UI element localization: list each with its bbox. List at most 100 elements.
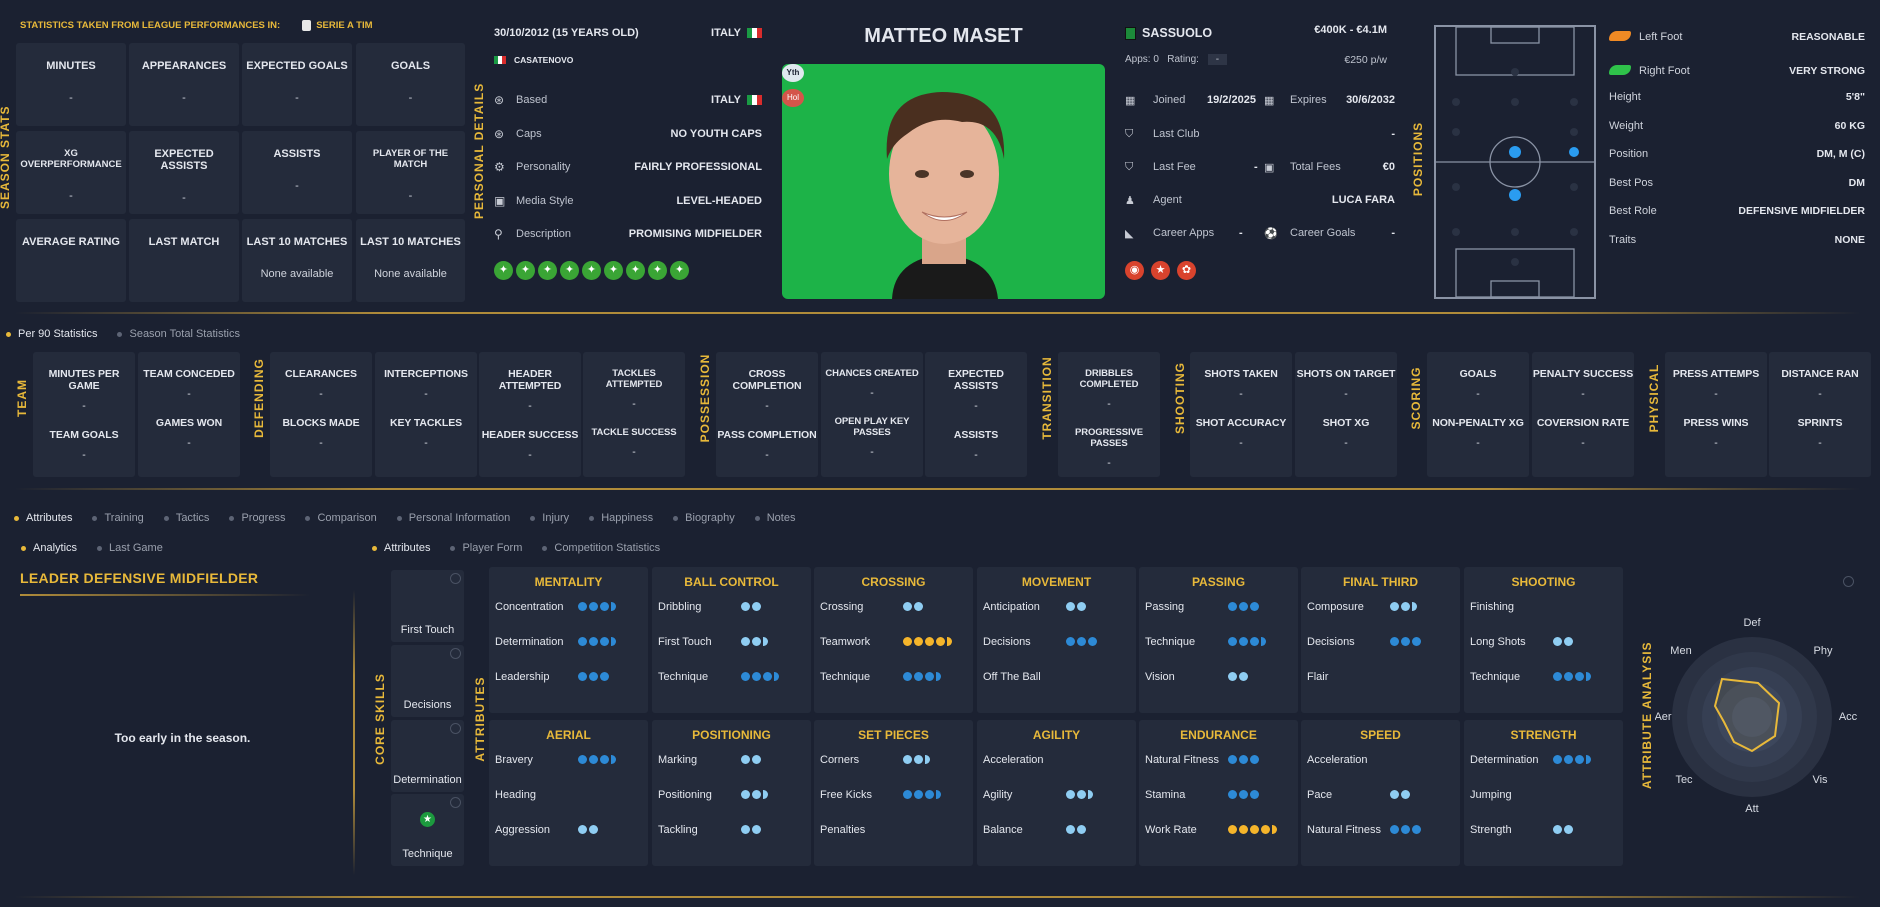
per90-card[interactable]: DRIBBLES COMPLETED - PROGRESSIVE PASSES - — [1058, 352, 1160, 477]
per90-card[interactable]: EXPECTED ASSISTS - ASSISTS - — [925, 352, 1027, 477]
youth-badge[interactable]: Yth — [782, 64, 804, 82]
season-stat-card[interactable]: EXPECTED GOALS - — [242, 43, 352, 126]
attribute-row[interactable]: Heading — [489, 777, 648, 812]
per90-card[interactable]: MINUTES PER GAME - TEAM GOALS - — [33, 352, 135, 477]
people-icon[interactable]: ✿ — [1177, 261, 1196, 280]
per90-card[interactable]: GOALS - NON-PENALTY XG - — [1427, 352, 1529, 477]
season-stat-card[interactable]: AVERAGE RATING — [16, 219, 126, 302]
flask-icon[interactable]: ✦ — [560, 261, 579, 280]
club[interactable]: SASSUOLO — [1125, 26, 1212, 40]
attribute-row[interactable]: Tackling — [652, 812, 811, 847]
hands-icon[interactable]: ✦ — [494, 261, 513, 280]
attribute-row[interactable]: Flair — [1301, 659, 1460, 694]
season-stat-card[interactable]: APPEARANCES - — [129, 43, 239, 126]
core-skill-toggle-icon[interactable] — [450, 797, 461, 808]
attribute-row[interactable]: Anticipation — [977, 589, 1136, 624]
per90-card[interactable]: INTERCEPTIONS - KEY TACKLES - — [375, 352, 477, 477]
attribute-row[interactable]: Technique — [1464, 659, 1623, 694]
per90-card[interactable]: SHOTS TAKEN - SHOT ACCURACY - — [1190, 352, 1292, 477]
tab-progress[interactable]: Progress — [229, 512, 285, 524]
attribute-row[interactable]: Technique — [652, 659, 811, 694]
season-stat-card[interactable]: ASSISTS - — [242, 131, 352, 214]
season-stat-card[interactable]: MINUTES - — [16, 43, 126, 126]
season-stat-card[interactable]: GOALS - — [356, 43, 465, 126]
tab-injury[interactable]: Injury — [530, 512, 569, 524]
sprout-icon[interactable]: ✦ — [670, 261, 689, 280]
core-skill-toggle-icon[interactable] — [450, 723, 461, 734]
attribute-row[interactable]: Determination — [489, 624, 648, 659]
tab-attributes[interactable]: Attributes — [14, 512, 72, 524]
tab-last-game[interactable]: Last Game — [97, 542, 163, 554]
tab-player-form[interactable]: Player Form — [450, 542, 522, 554]
attribute-row[interactable]: Agility — [977, 777, 1136, 812]
per90-card[interactable]: SHOTS ON TARGET - SHOT XG - — [1295, 352, 1397, 477]
league-name[interactable]: SERIE A TIM — [316, 20, 372, 31]
core-skill-technique[interactable]: ★ Technique — [391, 794, 464, 866]
attribute-row[interactable]: Decisions — [977, 624, 1136, 659]
leaf-pair-icon[interactable]: ✦ — [626, 261, 645, 280]
hand-icon[interactable]: ✦ — [604, 261, 623, 280]
attribute-row[interactable]: Bravery — [489, 742, 648, 777]
attribute-row[interactable]: Stamina — [1139, 777, 1298, 812]
attribute-row[interactable]: Dribbling — [652, 589, 811, 624]
attribute-row[interactable]: Crossing — [814, 589, 973, 624]
attribute-row[interactable]: Positioning — [652, 777, 811, 812]
per90-card[interactable]: TEAM CONCEDED - GAMES WON - — [138, 352, 240, 477]
radar-settings-icon[interactable] — [1843, 576, 1854, 587]
tab-per-90-statistics[interactable]: Per 90 Statistics — [6, 328, 97, 340]
attribute-row[interactable]: Acceleration — [977, 742, 1136, 777]
attribute-row[interactable]: Concentration — [489, 589, 648, 624]
leaf-icon[interactable]: ✦ — [538, 261, 557, 280]
core-skill-determination[interactable]: Determination — [391, 720, 464, 792]
attribute-row[interactable]: First Touch — [652, 624, 811, 659]
per90-card[interactable]: PENALTY SUCCESS - COVERSION RATE - — [1532, 352, 1634, 477]
chart-up-icon[interactable]: ✦ — [582, 261, 601, 280]
attribute-row[interactable]: Technique — [1139, 624, 1298, 659]
per90-card[interactable]: DISTANCE RAN - SPRINTS - — [1769, 352, 1871, 477]
tab-analytics[interactable]: Analytics — [21, 542, 77, 554]
attribute-row[interactable]: Technique — [814, 659, 973, 694]
season-stat-card[interactable]: XG OVERPERFORMANCE - — [16, 131, 126, 214]
attribute-row[interactable]: Determination — [1464, 742, 1623, 777]
tab-biography[interactable]: Biography — [673, 512, 735, 524]
attribute-row[interactable]: Decisions — [1301, 624, 1460, 659]
per90-card[interactable]: CHANCES CREATED - OPEN PLAY KEY PASSES - — [821, 352, 923, 477]
attribute-row[interactable]: Corners — [814, 742, 973, 777]
season-stat-card[interactable]: LAST MATCH — [129, 219, 239, 302]
attribute-row[interactable]: Passing — [1139, 589, 1298, 624]
attribute-row[interactable]: Marking — [652, 742, 811, 777]
tab-notes[interactable]: Notes — [755, 512, 796, 524]
nationality[interactable]: ITALY — [711, 27, 762, 39]
attribute-row[interactable]: Jumping — [1464, 777, 1623, 812]
attribute-row[interactable]: Aggression — [489, 812, 648, 847]
gloves-icon[interactable]: ◉ — [1125, 261, 1144, 280]
tab-training[interactable]: Training — [92, 512, 143, 524]
per90-card[interactable]: CLEARANCES - BLOCKS MADE - — [270, 352, 372, 477]
attribute-row[interactable]: Teamwork — [814, 624, 973, 659]
core-skill-first-touch[interactable]: First Touch — [391, 570, 464, 642]
agent-value[interactable]: LUCA FARA — [1332, 194, 1395, 206]
tab-competition-statistics[interactable]: Competition Statistics — [542, 542, 660, 554]
tab-comparison[interactable]: Comparison — [305, 512, 376, 524]
attribute-row[interactable]: Strength — [1464, 812, 1623, 847]
tab-season-total-statistics[interactable]: Season Total Statistics — [117, 328, 239, 340]
attribute-row[interactable]: Leadership — [489, 659, 648, 694]
attribute-row[interactable]: Finishing — [1464, 589, 1623, 624]
attribute-row[interactable]: Off The Ball — [977, 659, 1136, 694]
season-stat-card[interactable]: PLAYER OF THE MATCH - — [356, 131, 465, 214]
season-stat-card[interactable]: EXPECTED ASSISTS - — [129, 131, 239, 214]
attribute-row[interactable]: Composure — [1301, 589, 1460, 624]
tab-tactics[interactable]: Tactics — [164, 512, 210, 524]
season-stat-card[interactable]: LAST 10 MATCHES None available — [242, 219, 352, 302]
attribute-row[interactable]: Free Kicks — [814, 777, 973, 812]
attribute-row[interactable]: Pace — [1301, 777, 1460, 812]
holiday-badge[interactable]: Hol — [782, 89, 804, 107]
core-skill-decisions[interactable]: Decisions — [391, 645, 464, 717]
attribute-row[interactable]: Work Rate — [1139, 812, 1298, 847]
core-skill-toggle-icon[interactable] — [450, 573, 461, 584]
per90-card[interactable]: PRESS ATTEMPS - PRESS WINS - — [1665, 352, 1767, 477]
tab-attributes[interactable]: Attributes — [372, 542, 430, 554]
attribute-row[interactable]: Natural Fitness — [1139, 742, 1298, 777]
season-stat-card[interactable]: LAST 10 MATCHES None available — [356, 219, 465, 302]
attribute-row[interactable]: Penalties — [814, 812, 973, 847]
